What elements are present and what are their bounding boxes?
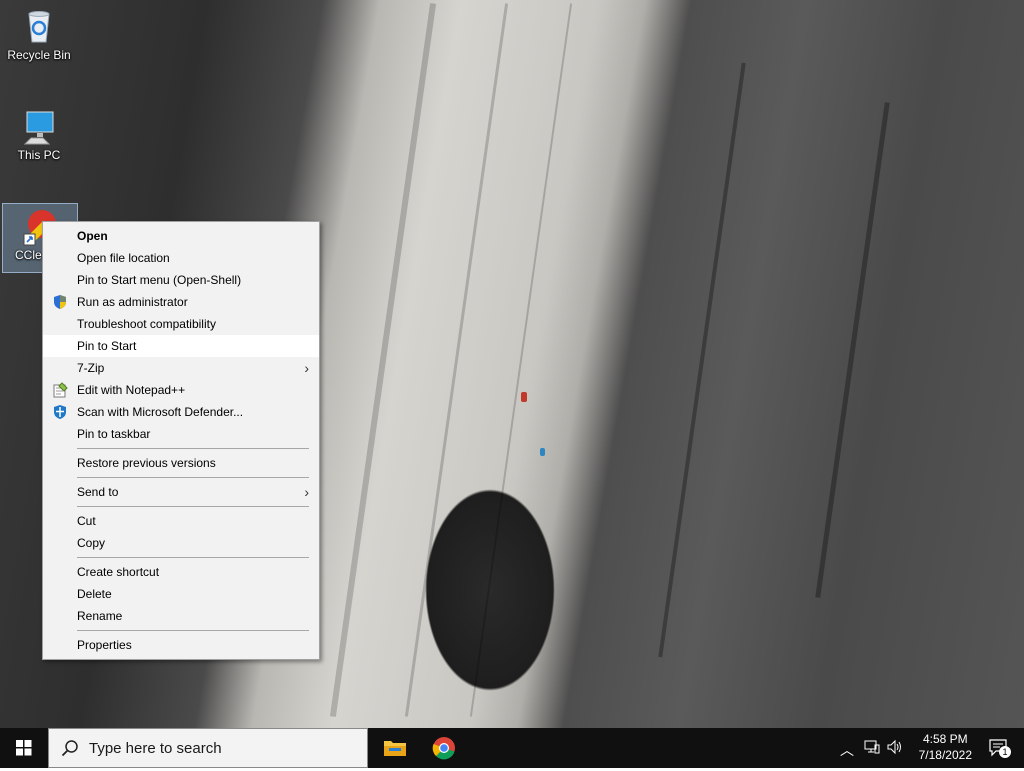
- desktop-icon-this-pc[interactable]: This PC: [3, 106, 75, 162]
- menu-separator: [77, 506, 309, 507]
- menu-item-rename[interactable]: Rename: [43, 605, 319, 627]
- search-placeholder: Type here to search: [89, 740, 222, 757]
- menu-item-7-zip[interactable]: 7-Zip ›: [43, 357, 319, 379]
- clock-date: 7/18/2022: [918, 748, 972, 762]
- menu-item-delete[interactable]: Delete: [43, 583, 319, 605]
- climber-red: [521, 392, 527, 402]
- action-center-button[interactable]: 1: [988, 738, 1011, 758]
- menu-item-pin-to-start-menu-open-shell[interactable]: Pin to Start menu (Open-Shell): [43, 269, 319, 291]
- menu-separator: [77, 477, 309, 478]
- defender-shield-icon: [52, 404, 68, 420]
- recycle-bin-icon: [19, 6, 59, 46]
- menu-item-label: Troubleshoot compatibility: [77, 317, 216, 331]
- menu-item-label: Open: [77, 229, 108, 243]
- context-menu: Open Open file location Pin to Start men…: [42, 221, 320, 660]
- menu-item-label: Rename: [77, 609, 123, 623]
- desktop-icon-recycle-bin[interactable]: Recycle Bin: [3, 6, 75, 62]
- taskbar: Type here to search ︿ 4:58 PM 7/18/2022: [0, 728, 1024, 768]
- menu-item-open[interactable]: Open: [43, 225, 319, 247]
- menu-item-run-as-administrator[interactable]: Run as administrator: [43, 291, 319, 313]
- desktop-icon-label: This PC: [17, 148, 61, 162]
- folder-icon: [384, 741, 406, 756]
- menu-item-troubleshoot-compatibility[interactable]: Troubleshoot compatibility: [43, 313, 319, 335]
- menu-item-label: Pin to Start: [77, 339, 137, 353]
- menu-item-restore-previous-versions[interactable]: Restore previous versions: [43, 452, 319, 474]
- menu-item-label: 7-Zip: [77, 361, 105, 375]
- menu-item-open-file-location[interactable]: Open file location: [43, 247, 319, 269]
- computer-icon: [19, 106, 59, 146]
- menu-item-pin-to-taskbar[interactable]: Pin to taskbar: [43, 423, 319, 445]
- chrome-icon: [432, 737, 455, 760]
- menu-item-label: Edit with Notepad++: [77, 383, 186, 397]
- taskbar-clock[interactable]: 4:58 PM 7/18/2022: [919, 731, 972, 763]
- menu-item-properties[interactable]: Properties: [43, 634, 319, 656]
- windows-logo-icon: [16, 740, 32, 756]
- start-button[interactable]: [0, 728, 48, 768]
- notepad-plus-plus-icon: [52, 382, 68, 398]
- show-hidden-icons-chevron-up-icon[interactable]: ︿: [840, 740, 854, 760]
- menu-item-copy[interactable]: Copy: [43, 532, 319, 554]
- climber-blue: [540, 448, 545, 456]
- menu-item-label: Send to: [77, 485, 119, 499]
- uac-shield-icon: [52, 294, 68, 310]
- menu-item-edit-with-notepad[interactable]: Edit with Notepad++: [43, 379, 319, 401]
- menu-item-label: Open file location: [77, 251, 170, 265]
- menu-separator: [77, 448, 309, 449]
- clock-time: 4:58 PM: [922, 732, 968, 746]
- menu-separator: [77, 557, 309, 558]
- menu-item-scan-with-defender[interactable]: Scan with Microsoft Defender...: [43, 401, 319, 423]
- menu-item-send-to[interactable]: Send to ›: [43, 481, 319, 503]
- menu-item-label: Copy: [77, 536, 106, 550]
- menu-item-label: Pin to taskbar: [77, 427, 151, 441]
- menu-item-label: Run as administrator: [77, 295, 188, 309]
- menu-item-label: Restore previous versions: [77, 456, 216, 470]
- menu-item-label: Scan with Microsoft Defender...: [77, 405, 244, 419]
- menu-item-label: Create shortcut: [77, 565, 160, 579]
- menu-item-cut[interactable]: Cut: [43, 510, 319, 532]
- menu-separator: [77, 630, 309, 631]
- search-icon: [61, 740, 78, 757]
- taskbar-file-explorer[interactable]: [371, 728, 419, 768]
- volume-icon[interactable]: [886, 739, 904, 758]
- desktop-icon-label: Recycle Bin: [7, 48, 71, 62]
- menu-item-pin-to-start[interactable]: Pin to Start: [43, 335, 319, 357]
- taskbar-chrome[interactable]: [420, 728, 468, 768]
- notification-count-badge: 1: [999, 746, 1011, 758]
- network-icon[interactable]: [864, 739, 880, 758]
- menu-item-label: Pin to Start menu (Open-Shell): [77, 273, 242, 287]
- menu-item-label: Properties: [77, 638, 132, 652]
- chevron-right-icon: ›: [304, 484, 309, 500]
- chevron-right-icon: ›: [304, 360, 309, 376]
- menu-item-create-shortcut[interactable]: Create shortcut: [43, 561, 319, 583]
- menu-item-label: Cut: [77, 514, 96, 528]
- menu-item-label: Delete: [77, 587, 112, 601]
- taskbar-search-box[interactable]: Type here to search: [48, 728, 368, 768]
